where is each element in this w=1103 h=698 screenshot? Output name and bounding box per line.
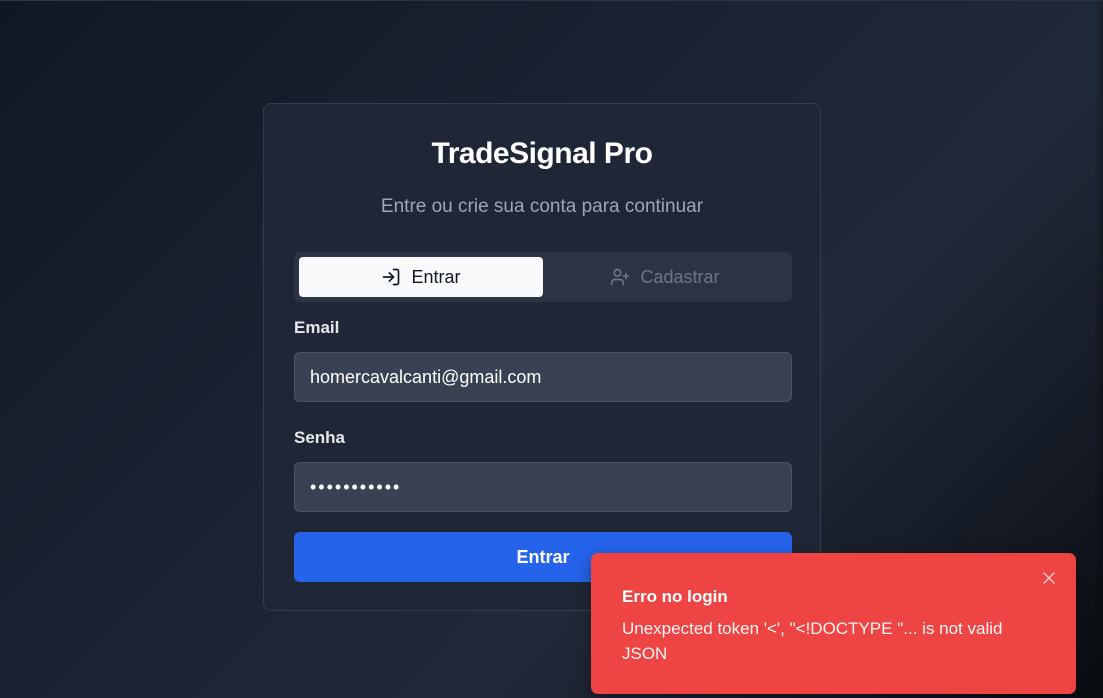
toast-title: Erro no login	[622, 587, 728, 606]
password-label: Senha	[294, 428, 346, 447]
window-right-edge	[1094, 0, 1103, 698]
app-title: TradeSignal Pro	[431, 137, 653, 170]
login-icon	[381, 267, 401, 287]
tab-entrar[interactable]: Entrar	[299, 257, 543, 297]
email-field[interactable]	[294, 352, 792, 402]
auth-tabs: Entrar Cadastrar	[294, 252, 792, 302]
close-icon[interactable]	[1042, 571, 1056, 585]
error-toast: Erro no login Unexpected token '<', "<!D…	[591, 553, 1076, 694]
window-top-border	[0, 0, 1103, 1]
email-label: Email	[294, 318, 340, 337]
app-subtitle: Entre ou crie sua conta para continuar	[380, 196, 704, 217]
user-plus-icon	[610, 267, 630, 287]
tab-cadastrar[interactable]: Cadastrar	[543, 257, 787, 297]
tab-entrar-label: Entrar	[411, 266, 461, 287]
toast-message: Unexpected token '<', "<!DOCTYPE "... is…	[622, 619, 1003, 663]
auth-card: TradeSignal Pro Entre ou crie sua conta …	[263, 103, 821, 611]
password-field[interactable]	[294, 462, 792, 512]
tab-cadastrar-label: Cadastrar	[640, 266, 720, 287]
